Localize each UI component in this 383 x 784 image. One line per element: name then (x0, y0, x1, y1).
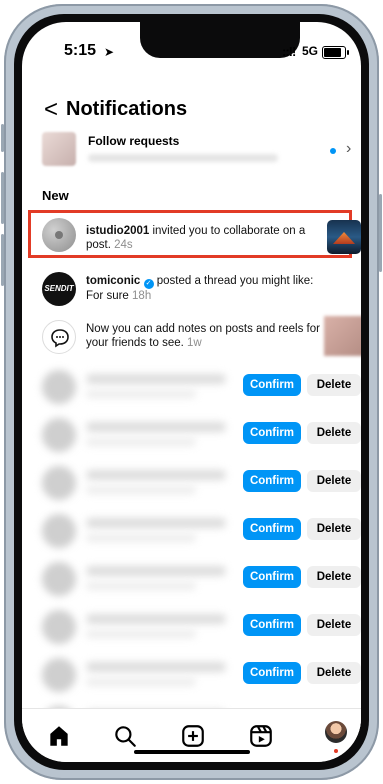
notification-text: tomiconic ✓ posted a thread you might li… (86, 274, 320, 303)
silent-switch (1, 124, 4, 152)
follow-requests-title: Follow requests (88, 134, 180, 148)
requester-subtitle-blurred (86, 390, 196, 398)
home-indicator (134, 750, 250, 754)
page-header: < Notifications (22, 96, 361, 126)
volume-down-button (1, 234, 4, 286)
requester-avatar-blurred[interactable] (42, 658, 76, 692)
confirm-button[interactable]: Confirm (243, 518, 301, 540)
requester-name-blurred (86, 662, 226, 672)
network-type: 5G (302, 44, 319, 58)
home-icon[interactable] (46, 723, 72, 749)
delete-button[interactable]: Delete (307, 662, 361, 684)
confirm-button[interactable]: Confirm (243, 566, 301, 588)
requester-subtitle-blurred (86, 486, 196, 494)
confirm-button[interactable]: Confirm (243, 614, 301, 636)
requester-avatar-blurred[interactable] (42, 466, 76, 500)
page-title: Notifications (66, 98, 188, 120)
signal-icon: ::!! (282, 44, 296, 59)
requester-avatar-blurred[interactable] (42, 370, 76, 404)
follow-requests-avatar (42, 132, 76, 166)
search-icon[interactable] (112, 723, 138, 749)
avatar-tomiconic[interactable]: SENDIT (42, 272, 76, 306)
requester-subtitle-blurred (86, 582, 196, 590)
section-header-new: New (42, 188, 69, 203)
post-thumbnail-blurred[interactable] (324, 316, 361, 356)
notification-text: Now you can add notes on posts and reels… (86, 322, 320, 350)
power-button (379, 194, 382, 272)
follow-requests-row[interactable]: Follow requests › (42, 132, 352, 174)
phone-frame: 5:15 ➤ ::!! 5G < Notifications Follow re… (1, 4, 382, 780)
unread-dot-icon (330, 148, 336, 154)
verified-badge-icon: ✓ (143, 279, 154, 289)
confirm-button[interactable]: Confirm (243, 662, 301, 684)
requester-subtitle-blurred (86, 534, 196, 542)
follow-request-row[interactable]: Confirm Delete (22, 410, 361, 458)
requester-avatar-blurred[interactable] (42, 418, 76, 452)
delete-button[interactable]: Delete (307, 518, 361, 540)
battery-icon (322, 46, 349, 59)
create-icon[interactable] (180, 723, 206, 749)
profile-avatar-icon[interactable] (325, 721, 347, 743)
delete-button[interactable]: Delete (307, 374, 361, 396)
requester-avatar-blurred[interactable] (42, 610, 76, 644)
status-time: 5:15 (64, 42, 97, 59)
battery-level (324, 48, 341, 57)
chevron-right-icon: › (346, 140, 352, 157)
requester-subtitle-blurred (86, 678, 196, 686)
follow-request-row[interactable]: Confirm Delete (22, 650, 361, 698)
notification-time: 24s (114, 239, 133, 251)
requester-subtitle-blurred (86, 630, 196, 638)
requester-avatar-blurred[interactable] (42, 562, 76, 596)
requester-avatar-blurred[interactable] (42, 514, 76, 548)
notification-thread[interactable]: SENDIT tomiconic ✓ posted a thread you m… (22, 266, 361, 314)
post-thumbnail[interactable] (327, 220, 361, 254)
follow-requests-subtitle-blurred (88, 154, 278, 162)
notification-username[interactable]: istudio2001 (86, 225, 149, 237)
follow-request-row[interactable]: Confirm Delete (22, 602, 361, 650)
notification-time: 18h (132, 290, 152, 302)
notification-collab-invite[interactable]: istudio2001 invited you to collaborate o… (22, 210, 361, 260)
requester-name-blurred (86, 470, 226, 480)
screen: 5:15 ➤ ::!! 5G < Notifications Follow re… (22, 22, 361, 762)
notification-notes[interactable]: Now you can add notes on posts and reels… (22, 314, 361, 362)
follow-request-row[interactable]: Confirm Delete (22, 458, 361, 506)
notification-username[interactable]: tomiconic (86, 275, 140, 287)
notification-time: 1w (187, 337, 202, 349)
requester-name-blurred (86, 422, 226, 432)
volume-up-button (1, 172, 4, 224)
status-bar: 5:15 ➤ ::!! 5G (22, 42, 361, 66)
notification-message: Now you can add notes on posts and reels… (86, 323, 320, 349)
profile-notification-dot-icon (334, 749, 338, 753)
follow-request-row[interactable]: Confirm Delete (22, 506, 361, 554)
delete-button[interactable]: Delete (307, 566, 361, 588)
requester-name-blurred (86, 518, 226, 528)
delete-button[interactable]: Delete (307, 614, 361, 636)
location-arrow-icon: ➤ (104, 45, 115, 59)
notes-icon (42, 320, 76, 354)
requester-name-blurred (86, 374, 226, 384)
notification-text: istudio2001 invited you to collaborate o… (86, 224, 320, 252)
requester-subtitle-blurred (86, 438, 196, 446)
requester-name-blurred (86, 566, 226, 576)
back-icon[interactable]: < (44, 96, 58, 124)
confirm-button[interactable]: Confirm (243, 470, 301, 492)
delete-button[interactable]: Delete (307, 422, 361, 444)
requester-name-blurred (86, 614, 226, 624)
avatar-istudio2001[interactable] (42, 218, 76, 252)
delete-button[interactable]: Delete (307, 470, 361, 492)
follow-request-row[interactable]: Confirm Delete (22, 362, 361, 410)
confirm-button[interactable]: Confirm (243, 422, 301, 444)
confirm-button[interactable]: Confirm (243, 374, 301, 396)
reels-icon[interactable] (248, 723, 274, 749)
follow-request-row[interactable]: Confirm Delete (22, 554, 361, 602)
